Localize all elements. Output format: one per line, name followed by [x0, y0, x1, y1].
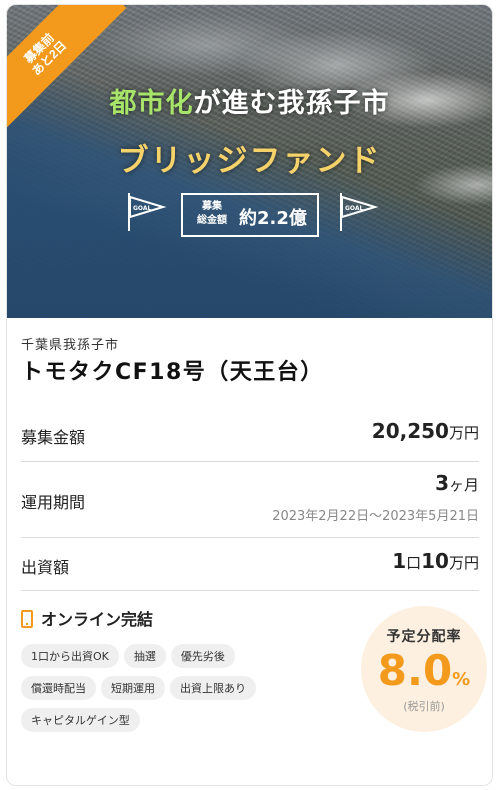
investment-mid: 口 [406, 554, 422, 572]
tag: 優先劣後 [170, 644, 235, 668]
tag: 抽選 [123, 644, 166, 668]
online-complete: オンライン完結 [21, 606, 153, 630]
row-term: 運用期間 3ヶ月 2023年2月22日～2023年5月21日 [21, 461, 479, 538]
tag: キャピタルゲイン型 [21, 708, 140, 732]
fund-location: 千葉県我孫子市 [21, 338, 120, 353]
amount-box-label-2: 総金額 [197, 215, 227, 226]
investment-value: 1口10万円 [392, 549, 479, 573]
hero-title-line2: ブリッジファンド [117, 143, 382, 179]
hero-image[interactable]: 募集前 あと2日 都市化が進む我孫子市 ブリッジファンド GOAL 募集 総金額… [7, 5, 492, 318]
goal-text-right: GOAL [345, 205, 364, 212]
rate-note: (税引前) [403, 700, 445, 713]
amount-number: 20,250 [371, 419, 449, 443]
amount-box-label: 募集 総金額 [193, 200, 231, 228]
term-value: 3ヶ月 [435, 471, 479, 495]
amount-label: 募集金額 [21, 428, 86, 447]
goal-flag-right-icon: GOAL [340, 193, 379, 231]
hero-title-highlight: 都市化 [109, 88, 194, 119]
row-investment: 出資額 1口10万円 [21, 537, 479, 591]
rate-percent: % [452, 669, 471, 690]
term-period: 2023年2月22日～2023年5月21日 [272, 509, 479, 524]
online-label: オンライン完結 [41, 610, 154, 629]
term-number: 3 [435, 471, 449, 495]
smartphone-icon [21, 610, 33, 628]
tag: 短期運用 [101, 676, 165, 700]
goal-text-left: GOAL [133, 205, 152, 212]
tag: 償還時配当 [21, 676, 96, 700]
hero-title-line1: 都市化が進む我孫子市 [7, 81, 492, 120]
investment-label: 出資額 [21, 558, 70, 577]
feature-tags: 1口から出資OK 抽選 優先劣後 償還時配当 短期運用 出資上限あり キャピタルゲイン型 [21, 644, 321, 740]
tag: 1口から出資OK [21, 644, 119, 668]
fund-name[interactable]: トモタクCF18号（天王台） [21, 354, 324, 386]
total-amount-box: 募集 総金額 約2.2億 [181, 193, 319, 237]
goal-flag-left-icon: GOAL [128, 193, 167, 231]
investment-number-b: 10 [421, 549, 449, 573]
row-amount: 募集金額 20,250万円 [21, 406, 479, 462]
distribution-rate: 予定分配率 8.0% (税引前) [361, 606, 487, 732]
investment-unit: 万円 [448, 554, 479, 572]
tag: 出資上限あり [170, 676, 256, 700]
investment-number-a: 1 [392, 549, 407, 573]
fund-card[interactable]: 募集前 あと2日 都市化が進む我孫子市 ブリッジファンド GOAL 募集 総金額… [6, 4, 493, 786]
term-label: 運用期間 [21, 493, 86, 512]
term-unit: ヶ月 [448, 476, 479, 494]
amount-box-label-1: 募集 [202, 201, 222, 212]
amount-unit: 万円 [448, 424, 479, 442]
rate-title: 予定分配率 [386, 629, 462, 645]
amount-box-value: 約2.2億 [239, 208, 307, 229]
amount-value: 20,250万円 [372, 419, 479, 443]
rate-value: 8.0% [361, 646, 487, 695]
hero-title-rest: が進む我孫子市 [193, 88, 390, 119]
rate-number: 8.0 [377, 646, 453, 695]
